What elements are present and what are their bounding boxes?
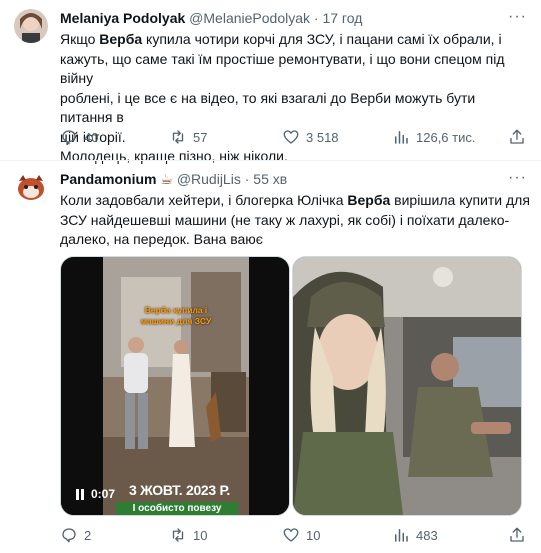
video-timestamp: 0:07	[91, 487, 116, 501]
repost-icon	[172, 130, 184, 144]
tweet-actions: 2 10 10 483	[0, 526, 541, 550]
reply-count: 40	[84, 129, 99, 145]
author-handle[interactable]: @RudijLis	[177, 171, 241, 187]
tweet-text: Коли задовбали хейтери, і блогерка Юлічк…	[60, 191, 530, 250]
share-icon	[510, 129, 524, 144]
tweet-header: Pandamonium ☕ @RudijLis · 55 хв	[60, 170, 287, 188]
tweet-1[interactable]: Melaniya Podolyak @MelaniePodolyak · 17 …	[0, 0, 541, 164]
reply-count: 2	[84, 527, 92, 543]
repost-icon	[172, 528, 184, 542]
highlight-word: Верба	[347, 192, 391, 208]
video-thumbnail	[61, 257, 289, 515]
like-count: 3 518	[306, 129, 339, 145]
heart-icon	[283, 130, 299, 144]
share-button[interactable]	[508, 128, 532, 146]
more-options-icon[interactable]: ···	[508, 8, 527, 26]
repost-button[interactable]: 10	[169, 526, 207, 544]
tweet-header: Melaniya Podolyak @MelaniePodolyak · 17 …	[60, 9, 362, 27]
text-line: роблені, і це все є на відео, то які вза…	[60, 89, 476, 126]
text-line: Якщо Верба купила чотири корчі для ЗСУ, …	[60, 31, 502, 47]
repost-button[interactable]: 57	[169, 128, 207, 146]
video-date-overlay: 3 ЖОВТ. 2023 Р.	[129, 482, 231, 498]
views-icon	[395, 131, 408, 144]
author-name[interactable]: Pandamonium	[60, 171, 156, 187]
photo[interactable]	[292, 256, 522, 516]
reply-icon	[62, 130, 76, 145]
coffee-emoji-icon: ☕	[160, 171, 173, 187]
text-line: далеко, на передок. Вана ваює	[60, 231, 263, 247]
views-button[interactable]: 126,6 тис.	[392, 128, 475, 146]
video-caption-bottom: І особисто повезу прямо	[116, 502, 238, 515]
tweet-time[interactable]: 55 хв	[253, 171, 287, 187]
share-button[interactable]	[508, 526, 532, 544]
author-avatar[interactable]	[14, 9, 48, 43]
text-line: ЗСУ найдешевші машини (не таку ж лахурі,…	[60, 211, 510, 228]
video-caption-top: Верба купила і машини для ЗСУ	[140, 305, 212, 326]
reply-button[interactable]: 2	[60, 526, 91, 544]
views-count: 483	[416, 527, 438, 543]
heart-icon	[283, 528, 299, 542]
more-options-icon[interactable]: ···	[508, 169, 527, 187]
like-button[interactable]: 3 518	[282, 128, 339, 146]
tweet-time[interactable]: 17 год	[322, 10, 362, 26]
pause-icon[interactable]	[75, 488, 85, 500]
text-line: Коли задовбали хейтери, і блогерка Юлічк…	[60, 192, 530, 208]
author-avatar[interactable]	[14, 170, 48, 204]
like-button[interactable]: 10	[282, 526, 320, 544]
repost-count: 10	[193, 527, 208, 543]
author-handle[interactable]: @MelaniePodolyak	[189, 10, 310, 26]
like-count: 10	[306, 527, 321, 543]
text-line: кажуть, що саме такі їм простіше ремонту…	[60, 50, 505, 87]
repost-count: 57	[193, 129, 208, 145]
views-icon	[395, 529, 408, 542]
reply-button[interactable]: 40	[60, 128, 98, 146]
author-name[interactable]: Melaniya Podolyak	[60, 10, 185, 26]
views-count: 126,6 тис.	[416, 129, 476, 145]
views-button[interactable]: 483	[392, 526, 438, 544]
video-player[interactable]: Верба купила і машини для ЗСУ 0:07 3 ЖОВ…	[60, 256, 290, 516]
share-icon	[510, 527, 524, 542]
tweet-actions: 40 57 3 518 126,6 тис.	[0, 128, 541, 152]
photo-image	[293, 257, 521, 515]
video-controls: 0:07	[75, 487, 115, 501]
highlight-word: Верба	[99, 31, 143, 47]
separator-dot: ·	[244, 171, 254, 187]
tweet-2[interactable]: Pandamonium ☕ @RudijLis · 55 хв ··· Коли…	[0, 161, 541, 553]
reply-icon	[62, 528, 76, 543]
